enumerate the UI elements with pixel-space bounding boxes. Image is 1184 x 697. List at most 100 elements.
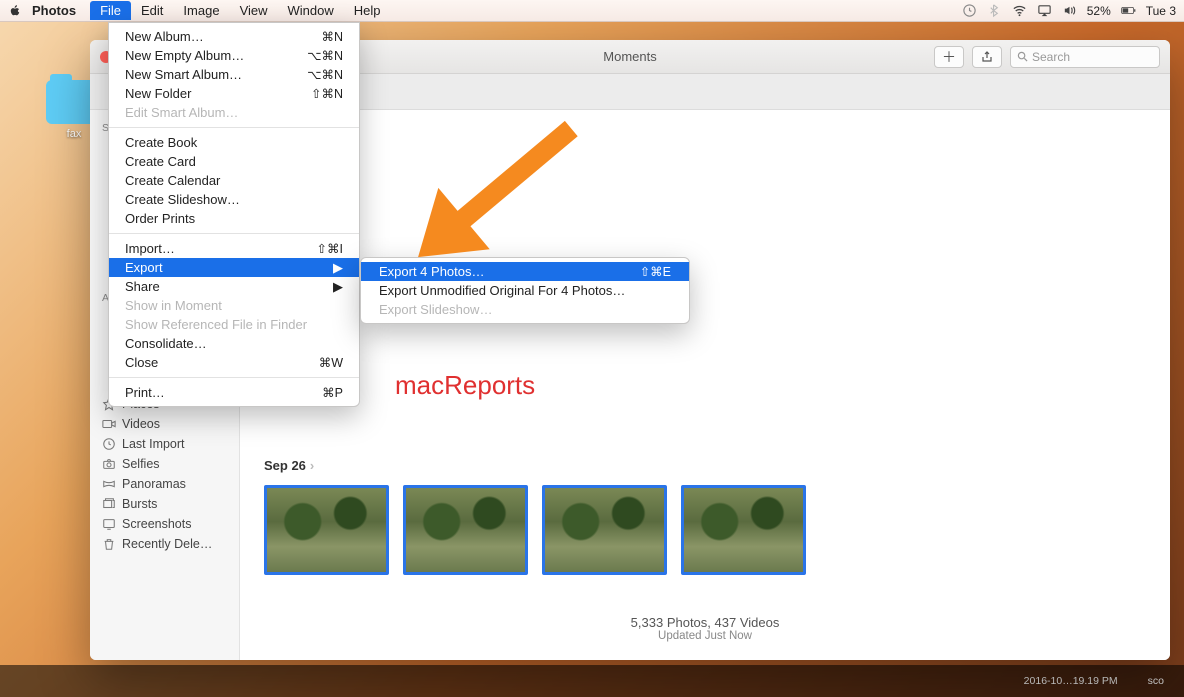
app-name[interactable]: Photos bbox=[32, 3, 76, 18]
sidebar-item[interactable]: Recently Dele… bbox=[90, 534, 239, 554]
sidebar-item[interactable]: Selfies bbox=[90, 454, 239, 474]
dock-label: sco bbox=[1148, 675, 1164, 687]
sidebar-item-label: Selfies bbox=[122, 457, 160, 471]
menu-item-label: New Smart Album… bbox=[125, 67, 242, 82]
file-menu-item[interactable]: Create Calendar bbox=[109, 171, 359, 190]
file-menu-item[interactable]: Print… ⌘P bbox=[109, 383, 359, 402]
library-updated: Updated Just Now bbox=[240, 630, 1170, 642]
menu-item-label: Import… bbox=[125, 241, 175, 256]
file-menu-item[interactable]: New Empty Album… ⌥⌘N bbox=[109, 46, 359, 65]
airplay-icon[interactable] bbox=[1037, 3, 1052, 18]
sidebar-item[interactable]: Videos bbox=[90, 414, 239, 434]
menu-item-label: Share bbox=[125, 279, 160, 294]
file-menu-item[interactable]: Consolidate… bbox=[109, 334, 359, 353]
menu-item-label: Show in Moment bbox=[125, 298, 222, 313]
file-menu-item[interactable]: Export ▶ bbox=[109, 258, 359, 277]
photo-thumbnail[interactable] bbox=[542, 485, 667, 575]
file-menu-item[interactable]: Close ⌘W bbox=[109, 353, 359, 372]
shortcut-label: ⌥⌘N bbox=[307, 48, 343, 63]
shortcut-label: ⌥⌘N bbox=[307, 67, 343, 82]
wifi-icon[interactable] bbox=[1012, 3, 1027, 18]
menu-item-label: Create Calendar bbox=[125, 173, 220, 188]
file-menu-item: Edit Smart Album… bbox=[109, 103, 359, 122]
shortcut-label: ⌘W bbox=[319, 355, 343, 370]
menu-item-label: Create Card bbox=[125, 154, 196, 169]
menu-separator bbox=[109, 233, 359, 234]
photo-thumbnail[interactable] bbox=[403, 485, 528, 575]
file-menu-item[interactable]: Order Prints bbox=[109, 209, 359, 228]
shortcut-label: ⇧⌘I bbox=[317, 241, 343, 256]
menu-item-label: Create Slideshow… bbox=[125, 192, 240, 207]
menu-item-label: Export Slideshow… bbox=[379, 302, 492, 317]
menu-item-label: Create Book bbox=[125, 135, 197, 150]
sidebar-item[interactable]: Bursts bbox=[90, 494, 239, 514]
file-menu-item[interactable]: New Folder ⇧⌘N bbox=[109, 84, 359, 103]
battery-percent: 52% bbox=[1087, 4, 1111, 18]
submenu-arrow-icon: ▶ bbox=[333, 279, 343, 295]
menu-edit[interactable]: Edit bbox=[131, 1, 173, 20]
file-menu-item[interactable]: New Smart Album… ⌥⌘N bbox=[109, 65, 359, 84]
menu-item-label: Export Unmodified Original For 4 Photos… bbox=[379, 283, 625, 298]
annotation-arrow-icon bbox=[370, 80, 650, 280]
file-menu-item[interactable]: New Album… ⌘N bbox=[109, 27, 359, 46]
menu-item-label: Show Referenced File in Finder bbox=[125, 317, 307, 332]
volume-icon[interactable] bbox=[1062, 3, 1077, 18]
dock-label: 2016-10…19.19 PM bbox=[1024, 675, 1118, 687]
library-footer: 5,333 Photos, 437 Videos Updated Just No… bbox=[240, 615, 1170, 642]
date-header[interactable]: Sep 26 › bbox=[264, 458, 1146, 473]
shortcut-label: ⇧⌘N bbox=[311, 86, 343, 101]
file-menu-item: Show Referenced File in Finder bbox=[109, 315, 359, 334]
dock-strip: 2016-10…19.19 PM sco bbox=[0, 665, 1184, 697]
status-area: 52% Tue 3 bbox=[962, 3, 1176, 18]
menu-help[interactable]: Help bbox=[344, 1, 391, 20]
photo-thumbnail[interactable] bbox=[264, 485, 389, 575]
sidebar-item-label: Recently Dele… bbox=[122, 537, 212, 551]
sidebar-item-label: Panoramas bbox=[122, 477, 186, 491]
menu-item-label: New Folder bbox=[125, 86, 191, 101]
file-menu-item[interactable]: Create Card bbox=[109, 152, 359, 171]
export-submenu-item[interactable]: Export Unmodified Original For 4 Photos… bbox=[361, 281, 689, 300]
bluetooth-icon[interactable] bbox=[987, 3, 1002, 18]
shortcut-label: ⌘P bbox=[322, 385, 343, 400]
battery-icon[interactable] bbox=[1121, 3, 1136, 18]
menu-item-label: Order Prints bbox=[125, 211, 195, 226]
file-menu-dropdown: New Album…⌘NNew Empty Album…⌥⌘NNew Smart… bbox=[108, 22, 360, 407]
sidebar-item[interactable]: Panoramas bbox=[90, 474, 239, 494]
menu-file[interactable]: File bbox=[90, 1, 131, 20]
sidebar-item-label: Screenshots bbox=[122, 517, 191, 531]
library-counts: 5,333 Photos, 437 Videos bbox=[240, 615, 1170, 630]
system-menubar: Photos File Edit Image View Window Help … bbox=[0, 0, 1184, 22]
menu-item-label: Print… bbox=[125, 385, 165, 400]
menu-item-label: Edit Smart Album… bbox=[125, 105, 238, 120]
chevron-right-icon: › bbox=[310, 458, 314, 473]
menu-window[interactable]: Window bbox=[278, 1, 344, 20]
submenu-arrow-icon: ▶ bbox=[333, 260, 343, 276]
file-menu-item[interactable]: Create Slideshow… bbox=[109, 190, 359, 209]
menu-item-label: Consolidate… bbox=[125, 336, 207, 351]
menu-item-label: Close bbox=[125, 355, 158, 370]
photo-thumbnail[interactable] bbox=[681, 485, 806, 575]
sidebar-item-label: Bursts bbox=[122, 497, 157, 511]
menu-separator bbox=[109, 377, 359, 378]
sidebar-item-label: Last Import bbox=[122, 437, 185, 451]
file-menu-item[interactable]: Create Book bbox=[109, 133, 359, 152]
shortcut-label: ⌘N bbox=[321, 29, 343, 44]
file-menu-item[interactable]: Share ▶ bbox=[109, 277, 359, 296]
watermark-text: macReports bbox=[395, 370, 535, 401]
menu-item-label: New Album… bbox=[125, 29, 204, 44]
thumbnail-row bbox=[264, 485, 1146, 575]
apple-logo-icon bbox=[8, 4, 22, 18]
menu-separator bbox=[109, 127, 359, 128]
menu-item-label: New Empty Album… bbox=[125, 48, 244, 63]
sidebar-item[interactable]: Last Import bbox=[90, 434, 239, 454]
export-submenu-item: Export Slideshow… bbox=[361, 300, 689, 319]
clock[interactable]: Tue 3 bbox=[1146, 4, 1176, 18]
sidebar-item[interactable]: Screenshots bbox=[90, 514, 239, 534]
menu-image[interactable]: Image bbox=[173, 1, 229, 20]
menu-item-label: Export bbox=[125, 260, 163, 275]
file-menu-item: Show in Moment bbox=[109, 296, 359, 315]
timemachine-icon[interactable] bbox=[962, 3, 977, 18]
menu-view[interactable]: View bbox=[230, 1, 278, 20]
file-menu-item[interactable]: Import… ⇧⌘I bbox=[109, 239, 359, 258]
sidebar-item-label: Videos bbox=[122, 417, 160, 431]
